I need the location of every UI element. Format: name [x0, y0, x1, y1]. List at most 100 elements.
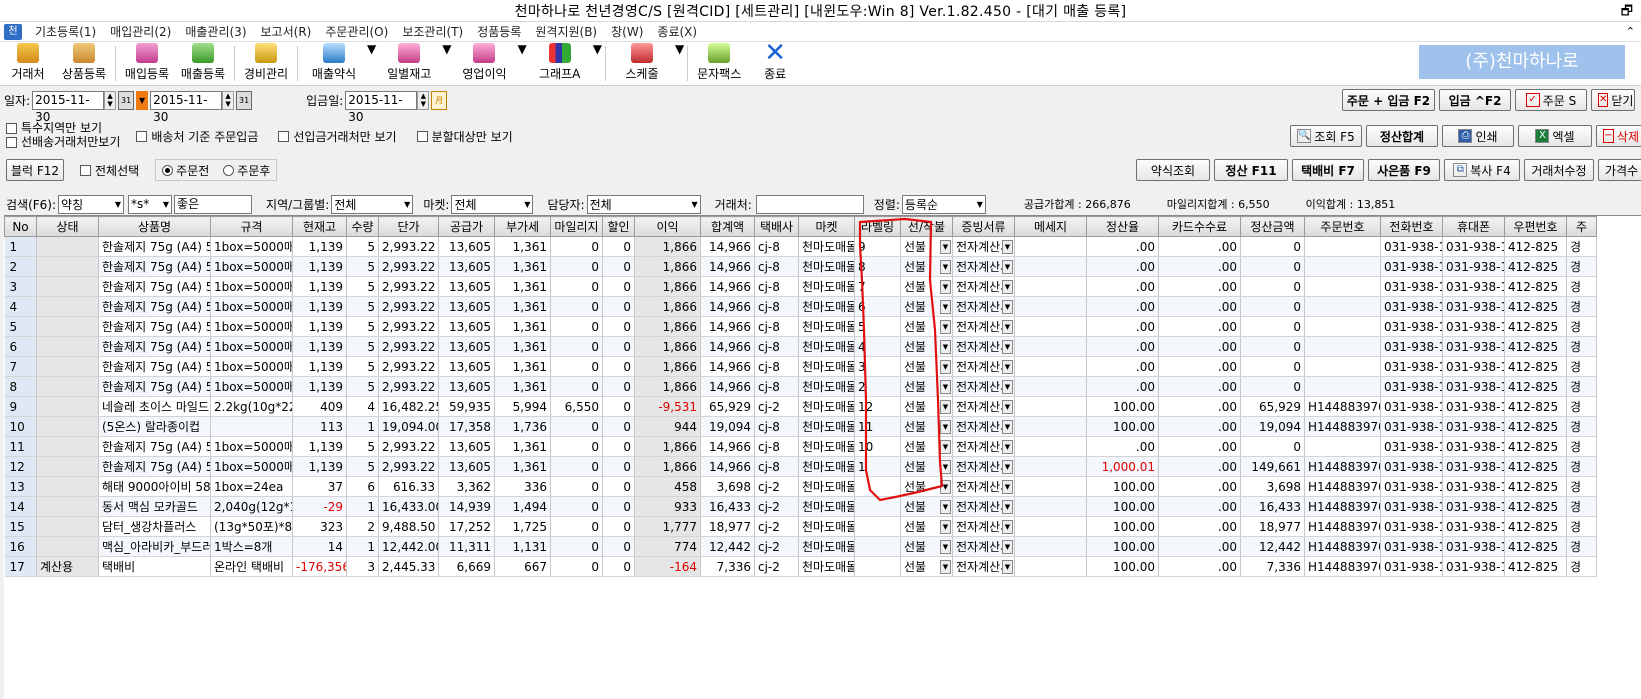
- table-cell[interactable]: .00: [1158, 476, 1241, 497]
- table-cell[interactable]: [854, 536, 901, 557]
- column-header[interactable]: 라벨링: [854, 216, 901, 237]
- table-cell[interactable]: [1014, 476, 1087, 497]
- search-mode-select[interactable]: *s* ▼: [128, 194, 173, 214]
- table-cell[interactable]: .00: [1086, 276, 1159, 297]
- table-cell[interactable]: 18,977: [700, 516, 755, 537]
- table-cell[interactable]: [36, 436, 99, 457]
- table-cell[interactable]: 031-938-1: [1442, 536, 1505, 557]
- table-cell[interactable]: 0: [602, 536, 635, 557]
- chevron-down-icon[interactable]: ▼: [1002, 280, 1013, 294]
- table-cell[interactable]: 선불 ▼: [900, 436, 953, 457]
- table-cell[interactable]: 1,139: [292, 276, 347, 297]
- table-cell[interactable]: 1,361: [494, 256, 551, 277]
- table-cell[interactable]: 100.00: [1086, 556, 1159, 577]
- table-cell[interactable]: cj-8: [754, 436, 799, 457]
- table-cell[interactable]: 16,433: [1240, 496, 1305, 517]
- column-header[interactable]: 할인: [602, 216, 635, 237]
- manager-select[interactable]: 전체 ▼: [586, 194, 701, 214]
- table-cell[interactable]: 한솔제지 75g (A4) 50: [98, 296, 211, 317]
- table-cell[interactable]: cj-8: [754, 336, 799, 357]
- table-cell[interactable]: 031-938-1: [1442, 376, 1505, 397]
- table-cell[interactable]: 2,993.22: [378, 376, 439, 397]
- table-cell[interactable]: [1014, 316, 1087, 337]
- table-cell[interactable]: .00: [1158, 276, 1241, 297]
- table-cell[interactable]: 천마도매몰: [798, 256, 855, 277]
- column-header[interactable]: 현재고: [292, 216, 347, 237]
- menu-item[interactable]: 기초등록(1): [28, 23, 103, 40]
- table-cell[interactable]: 0: [550, 356, 603, 377]
- date-from-input[interactable]: 2015-11-30: [32, 90, 105, 124]
- table-cell[interactable]: cj-8: [754, 276, 799, 297]
- table-cell[interactable]: 전자계산서 ▼: [952, 476, 1015, 497]
- table-cell[interactable]: 5: [346, 436, 379, 457]
- chevron-down-icon[interactable]: ▼: [1002, 420, 1013, 434]
- table-cell[interactable]: 0: [602, 436, 635, 457]
- table-cell[interactable]: 1: [346, 496, 379, 517]
- table-cell[interactable]: 412-825: [1504, 296, 1567, 317]
- table-cell[interactable]: [36, 456, 99, 477]
- date-to-input[interactable]: 2015-11-30: [150, 90, 223, 124]
- column-header[interactable]: 휴대폰: [1442, 216, 1505, 237]
- table-cell[interactable]: 네슬레 초이스 마일드: [98, 396, 211, 417]
- table-cell[interactable]: 5: [346, 376, 379, 397]
- chevron-down-icon[interactable]: ▼: [940, 400, 951, 414]
- table-cell[interactable]: 7: [4, 356, 37, 377]
- table-cell[interactable]: 0: [1240, 256, 1305, 277]
- table-cell[interactable]: 경: [1566, 276, 1597, 297]
- table-cell[interactable]: 1박스=8개: [210, 536, 293, 557]
- special-region-checkbox[interactable]: 특수지역만 보기: [6, 121, 120, 135]
- table-cell[interactable]: 19,094: [1240, 416, 1305, 437]
- table-cell[interactable]: 0: [550, 256, 603, 277]
- table-cell[interactable]: -164: [634, 556, 701, 577]
- table-cell[interactable]: 전자계산서 ▼: [952, 556, 1015, 577]
- table-cell[interactable]: 13: [4, 476, 37, 497]
- table-cell[interactable]: 3: [854, 356, 901, 377]
- table-cell[interactable]: 전자계산서 ▼: [952, 376, 1015, 397]
- table-cell[interactable]: 13,605: [438, 376, 495, 397]
- table-cell[interactable]: 1box=5000매x5: [210, 276, 293, 297]
- table-cell[interactable]: 천마도매몰: [798, 356, 855, 377]
- table-cell[interactable]: 149,661: [1240, 456, 1305, 477]
- table-cell[interactable]: H144883970: [1304, 416, 1381, 437]
- table-cell[interactable]: 1,361: [494, 356, 551, 377]
- table-cell[interactable]: 전자계산서 ▼: [952, 456, 1015, 477]
- table-cell[interactable]: [854, 556, 901, 577]
- table-cell[interactable]: 7,336: [700, 556, 755, 577]
- table-cell[interactable]: 0: [550, 296, 603, 317]
- table-cell[interactable]: 412-825: [1504, 376, 1567, 397]
- table-cell[interactable]: -29: [292, 496, 347, 517]
- column-header[interactable]: 부가세: [494, 216, 551, 237]
- table-cell[interactable]: [1014, 496, 1087, 517]
- table-cell[interactable]: [36, 276, 99, 297]
- table-row[interactable]: 4 한솔제지 75g (A4) 501box=5000매x51,13952,993…: [4, 296, 1597, 317]
- table-cell[interactable]: H144883970: [1304, 516, 1381, 537]
- column-header[interactable]: 마켓: [798, 216, 855, 237]
- table-cell[interactable]: 0: [550, 236, 603, 257]
- table-cell[interactable]: 천마도매몰: [798, 416, 855, 437]
- column-header[interactable]: 택배사: [754, 216, 799, 237]
- table-cell[interactable]: 031-938-1: [1442, 236, 1505, 257]
- table-cell[interactable]: 13,605: [438, 256, 495, 277]
- table-cell[interactable]: 1,139: [292, 436, 347, 457]
- table-cell[interactable]: 1: [346, 416, 379, 437]
- column-header[interactable]: 메세지: [1014, 216, 1087, 237]
- table-cell[interactable]: 2.2kg(10g*22: [210, 396, 293, 417]
- table-cell[interactable]: 412-825: [1504, 396, 1567, 417]
- table-cell[interactable]: 14,966: [700, 316, 755, 337]
- table-cell[interactable]: 15: [4, 516, 37, 537]
- table-cell[interactable]: 3: [4, 276, 37, 297]
- column-header[interactable]: 규격: [210, 216, 293, 237]
- table-cell[interactable]: 412-825: [1504, 236, 1567, 257]
- toolbar-button[interactable]: 문자팩스: [691, 42, 747, 85]
- table-cell[interactable]: 전자계산서 ▼: [952, 516, 1015, 537]
- table-cell[interactable]: 4: [854, 336, 901, 357]
- table-cell[interactable]: 17,358: [438, 416, 495, 437]
- region-select[interactable]: 전체 ▼: [331, 194, 414, 214]
- table-cell[interactable]: cj-2: [754, 516, 799, 537]
- column-header[interactable]: 정산금액: [1240, 216, 1305, 237]
- table-cell[interactable]: [1014, 536, 1087, 557]
- table-cell[interactable]: 0: [1240, 436, 1305, 457]
- table-cell[interactable]: 17,252: [438, 516, 495, 537]
- table-cell[interactable]: 59,935: [438, 396, 495, 417]
- table-cell[interactable]: 선불 ▼: [900, 376, 953, 397]
